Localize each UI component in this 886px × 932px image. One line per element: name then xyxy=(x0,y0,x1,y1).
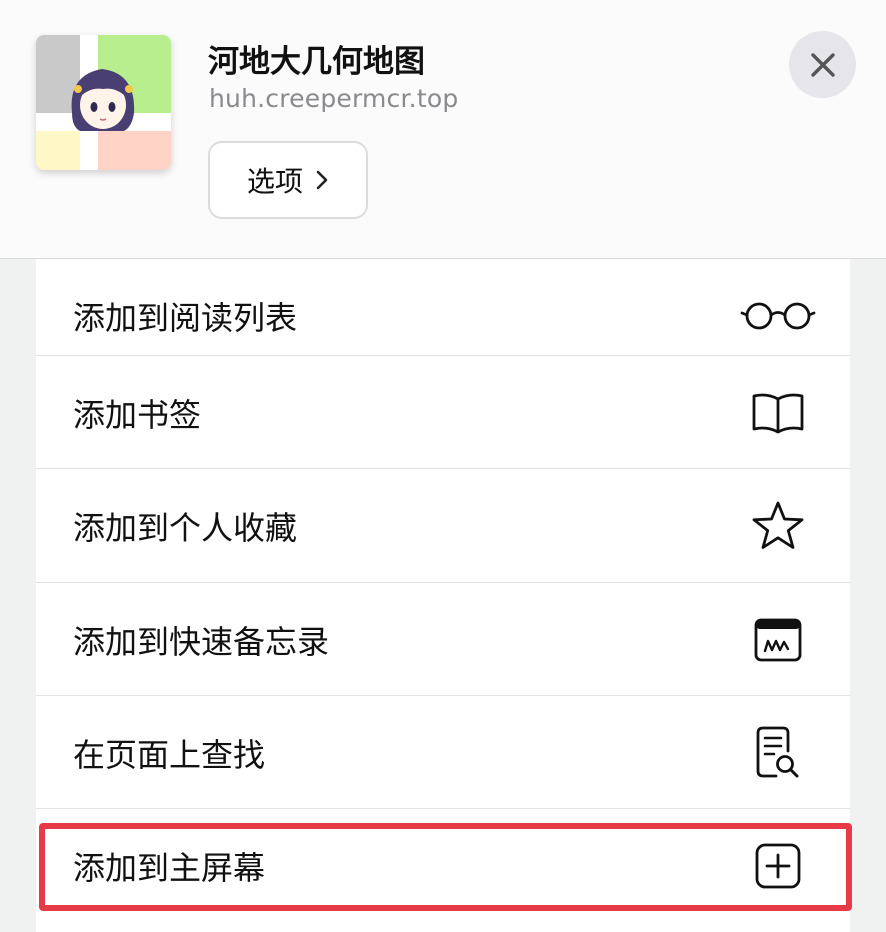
site-thumbnail xyxy=(36,35,171,170)
menu-item-label: 在页面上查找 xyxy=(73,735,266,774)
menu-item-add-bookmark[interactable]: 添加书签 xyxy=(36,356,850,469)
menu-item-add-to-home-screen[interactable]: 添加到主屏幕 xyxy=(36,809,850,922)
menu-item-add-to-quick-note[interactable]: 添加到快速备忘录 xyxy=(36,583,850,696)
site-title: 河地大几何地图 xyxy=(208,44,425,80)
menu-item-label: 添加到主屏幕 xyxy=(73,848,266,887)
share-actions-list: 添加到阅读列表 添加书签 添加到个人收藏 添加到快速备忘录 在页面上查找 添加到… xyxy=(36,259,850,932)
add-square-icon xyxy=(738,836,818,896)
close-button[interactable] xyxy=(789,31,856,98)
chevron-right-icon xyxy=(315,169,329,191)
site-url: huh.creepermcr.top xyxy=(209,84,459,113)
background-edge-right xyxy=(850,259,886,932)
options-label: 选项 xyxy=(246,165,303,198)
menu-item-add-to-favorites[interactable]: 添加到个人收藏 xyxy=(36,469,850,582)
find-on-page-icon xyxy=(738,723,818,783)
quick-note-icon xyxy=(738,610,818,670)
menu-item-label: 添加到快速备忘录 xyxy=(73,622,330,661)
menu-item-find-on-page[interactable]: 在页面上查找 xyxy=(36,696,850,809)
menu-item-label: 添加到个人收藏 xyxy=(73,508,298,547)
share-sheet-header: 河地大几何地图 huh.creepermcr.top 选项 xyxy=(0,0,886,259)
star-icon xyxy=(738,496,818,556)
book-icon xyxy=(738,383,818,443)
background-edge-left xyxy=(0,259,36,932)
menu-item-label: 添加到阅读列表 xyxy=(73,298,298,337)
glasses-icon xyxy=(738,286,818,346)
close-icon xyxy=(809,51,837,79)
menu-item-label: 添加书签 xyxy=(73,395,202,434)
options-button[interactable]: 选项 xyxy=(208,141,368,219)
